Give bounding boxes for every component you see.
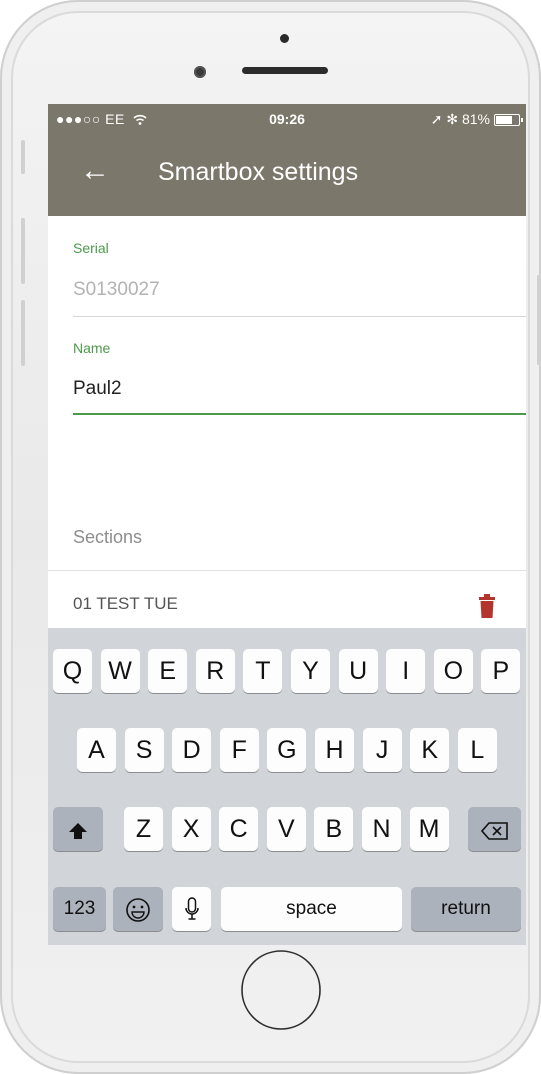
backspace-icon bbox=[480, 822, 508, 840]
status-right: ➚ ✻ 81% bbox=[430, 111, 490, 127]
numbers-key[interactable]: 123 bbox=[53, 887, 106, 931]
key-j[interactable]: J bbox=[362, 728, 402, 772]
home-button[interactable] bbox=[236, 945, 326, 1035]
key-a[interactable]: A bbox=[77, 728, 116, 772]
earpiece-speaker bbox=[242, 67, 328, 74]
power-button bbox=[537, 275, 541, 365]
name-underline bbox=[73, 413, 526, 415]
shift-icon bbox=[69, 823, 87, 839]
key-y[interactable]: Y bbox=[291, 649, 330, 693]
key-c[interactable]: C bbox=[219, 807, 259, 851]
key-z[interactable]: Z bbox=[124, 807, 163, 851]
key-g[interactable]: G bbox=[267, 728, 307, 772]
return-key[interactable]: return bbox=[411, 887, 521, 931]
back-arrow-icon[interactable]: ← bbox=[80, 154, 110, 188]
mic-key[interactable] bbox=[172, 887, 211, 931]
trash-icon[interactable] bbox=[478, 593, 496, 619]
key-h[interactable]: H bbox=[315, 728, 354, 772]
key-p[interactable]: P bbox=[481, 649, 521, 693]
page-title: Smartbox settings bbox=[158, 158, 359, 186]
key-w[interactable]: W bbox=[100, 649, 140, 693]
serial-label: Serial bbox=[73, 240, 109, 256]
mute-switch bbox=[21, 140, 25, 174]
serial-field: S0130027 bbox=[73, 279, 160, 300]
backspace-key[interactable] bbox=[468, 807, 521, 851]
serial-underline bbox=[73, 316, 526, 317]
key-o[interactable]: O bbox=[433, 649, 473, 693]
proximity-sensor bbox=[194, 66, 206, 78]
emoji-key[interactable] bbox=[113, 887, 163, 931]
key-e[interactable]: E bbox=[148, 649, 188, 693]
key-s[interactable]: S bbox=[124, 728, 164, 772]
mic-icon bbox=[184, 897, 199, 920]
battery-fill bbox=[496, 116, 512, 124]
key-l[interactable]: L bbox=[457, 728, 497, 772]
key-n[interactable]: N bbox=[362, 807, 401, 851]
divider bbox=[48, 570, 526, 571]
key-t[interactable]: T bbox=[243, 649, 283, 693]
key-v[interactable]: V bbox=[266, 807, 306, 851]
status-bar: ●●●○○ EE 09:26 ➚ ✻ 81% bbox=[48, 104, 526, 134]
space-key[interactable]: space bbox=[221, 887, 402, 931]
keyboard: QWERTYUIOP ASDFGHJKL ZXCVBNM 123 space r… bbox=[48, 628, 526, 945]
key-r[interactable]: R bbox=[195, 649, 235, 693]
sections-heading: Sections bbox=[73, 527, 143, 547]
key-i[interactable]: I bbox=[386, 649, 426, 693]
front-camera bbox=[280, 34, 289, 43]
key-m[interactable]: M bbox=[409, 807, 449, 851]
name-field[interactable]: Paul2 bbox=[73, 378, 122, 400]
key-d[interactable]: D bbox=[172, 728, 212, 772]
phone-frame: ●●●○○ EE 09:26 ➚ ✻ 81% ← Smartbox settin… bbox=[0, 0, 541, 1074]
emoji-icon bbox=[126, 898, 150, 922]
key-f[interactable]: F bbox=[219, 728, 259, 772]
shift-key[interactable] bbox=[53, 807, 103, 851]
key-k[interactable]: K bbox=[410, 728, 450, 772]
volume-down-button bbox=[21, 300, 25, 366]
app-bar: ← Smartbox settings bbox=[48, 134, 526, 216]
name-label: Name bbox=[73, 340, 111, 356]
key-q[interactable]: Q bbox=[53, 649, 92, 693]
screen: ●●●○○ EE 09:26 ➚ ✻ 81% ← Smartbox settin… bbox=[48, 104, 526, 945]
battery-icon bbox=[494, 114, 523, 126]
section-item-label[interactable]: 01 TEST TUE bbox=[73, 594, 178, 614]
key-b[interactable]: B bbox=[314, 807, 354, 851]
volume-up-button bbox=[21, 218, 25, 284]
key-u[interactable]: U bbox=[338, 649, 378, 693]
key-x[interactable]: X bbox=[171, 807, 211, 851]
